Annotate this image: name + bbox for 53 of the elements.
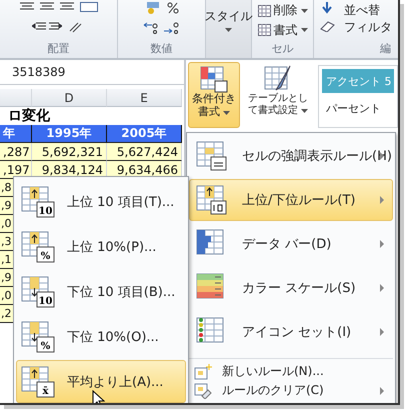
highlight-rule-icon: [196, 141, 228, 171]
column-header[interactable]: D: [32, 89, 107, 107]
new-rule-icon: [194, 364, 212, 380]
indent-icon[interactable]: [32, 22, 62, 32]
styles-label: スタイル: [204, 8, 252, 25]
cell-style[interactable]: パーセント: [322, 96, 394, 120]
caret-icon: [300, 8, 308, 12]
menu-item[interactable]: アイコン セット(I): [189, 311, 393, 353]
table-cell: ,197: [0, 161, 32, 179]
cells-button[interactable]: 削除: [258, 2, 308, 19]
merge-icon[interactable]: [80, 2, 98, 12]
top-rule-icon: [196, 185, 228, 215]
table-icon: [258, 24, 270, 36]
caret-icon: [300, 28, 308, 32]
table-cell: 5,627,424: [107, 143, 182, 161]
format-button[interactable]: テーブルとして書式設定: [242, 62, 314, 128]
menu-item[interactable]: 新しいルール(N)...: [189, 362, 393, 381]
format-button[interactable]: 条件付き書式: [188, 62, 240, 128]
header-cell: 1995年: [32, 125, 107, 143]
caret-icon: [225, 28, 232, 32]
table-cell: ,287: [0, 143, 32, 161]
button-label: フィルタ: [344, 19, 392, 36]
group-label: 数値: [150, 41, 172, 56]
caret-icon: [223, 110, 230, 115]
caret-icon: [301, 108, 308, 112]
header-cell: 年: [0, 125, 32, 143]
menu-item[interactable]: データ バー(D): [189, 223, 393, 265]
group-label: セル: [272, 41, 294, 56]
align-icon[interactable]: [60, 2, 74, 12]
eraser-icon: [194, 382, 212, 398]
align-icon[interactable]: [20, 2, 34, 12]
group-label: 編: [379, 41, 391, 56]
percent-icon[interactable]: [166, 2, 178, 14]
table-cell: 5,692,321: [32, 143, 107, 161]
sheet-title: ロ変化: [7, 107, 50, 125]
conditional-format-icon: [199, 65, 229, 93]
column-header[interactable]: E: [107, 89, 182, 107]
cells-button[interactable]: 書式: [258, 22, 308, 38]
eraser-icon[interactable]: [320, 20, 336, 32]
decimal-icon[interactable]: [142, 22, 182, 34]
menu-item[interactable]: ルールのクリア(C): [189, 381, 393, 400]
button-label: 並べ替: [344, 2, 380, 19]
menu-item[interactable]: 上位/下位ルール(T): [189, 179, 393, 221]
group-label: 配置: [48, 41, 70, 56]
table-brush-icon: [263, 65, 293, 93]
table-icon: [258, 4, 270, 16]
header-cell: 2005年: [107, 125, 182, 143]
align-icon[interactable]: [40, 2, 54, 12]
sort-filter-button[interactable]: 並べ替 フィルタ: [344, 2, 392, 36]
menu-item[interactable]: x̄ 平均より上(A)...: [16, 360, 186, 403]
menu-item[interactable]: カラー スケール(S): [189, 267, 393, 309]
formula-field[interactable]: 3518389: [8, 62, 184, 82]
fill-icon[interactable]: [320, 2, 334, 14]
